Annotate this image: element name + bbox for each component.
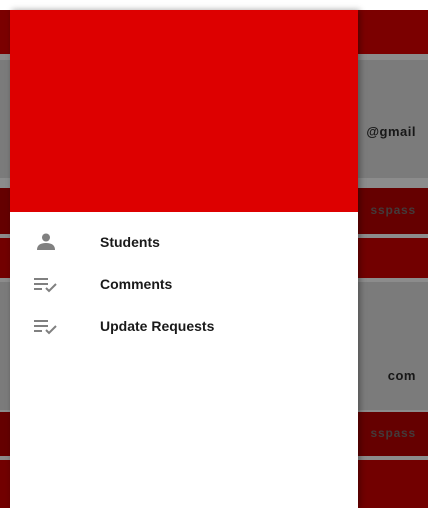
playlist-check-icon (34, 274, 58, 294)
drawer-header (10, 10, 358, 212)
person-icon (34, 232, 58, 252)
app-screen: @gmail sspass com sspass Students Commen… (0, 0, 428, 508)
drawer-item-comments[interactable]: Comments (10, 264, 358, 304)
playlist-check-icon (34, 316, 58, 336)
navigation-drawer: Students Comments Update Requests (10, 10, 358, 508)
drawer-item-label: Comments (100, 276, 173, 292)
drawer-item-students[interactable]: Students (10, 222, 358, 262)
drawer-item-update-requests[interactable]: Update Requests (10, 306, 358, 346)
drawer-item-label: Update Requests (100, 318, 215, 334)
drawer-item-label: Students (100, 234, 160, 250)
